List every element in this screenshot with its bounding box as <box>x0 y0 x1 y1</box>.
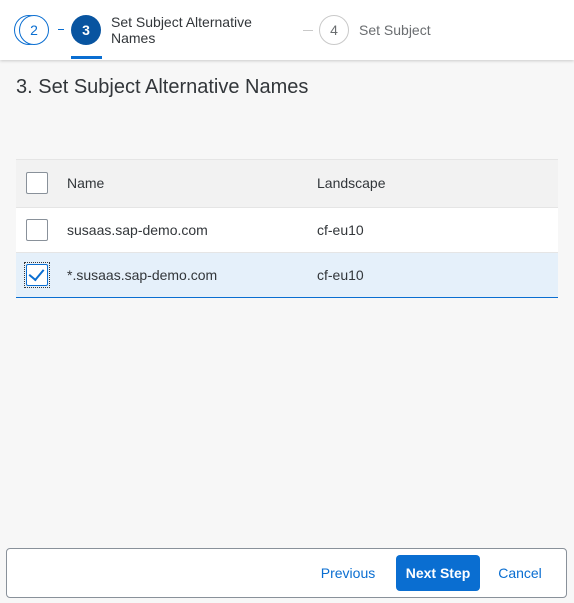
column-header-name: Name <box>67 175 105 191</box>
column-header-landscape: Landscape <box>317 175 386 191</box>
step-separator <box>58 29 64 30</box>
wizard-step-2[interactable]: 2 <box>14 14 52 46</box>
table-header-row: Name Landscape <box>16 160 558 208</box>
cell-name: susaas.sap-demo.com <box>67 222 208 238</box>
active-step-indicator <box>71 56 102 59</box>
table-row[interactable]: *.susaas.sap-demo.com cf-eu10 <box>16 253 558 298</box>
step-3-label: Set Subject Alternative Names <box>111 14 252 46</box>
step-separator <box>303 30 313 31</box>
wizard-progress-bar: 2 3 Set Subject Alternative Names 4 Set … <box>0 0 574 60</box>
cell-landscape: cf-eu10 <box>317 222 364 238</box>
select-all-checkbox[interactable] <box>26 172 48 194</box>
step-4-label: Set Subject <box>359 22 431 38</box>
previous-button[interactable]: Previous <box>315 555 381 591</box>
cell-name: *.susaas.sap-demo.com <box>67 267 218 283</box>
cell-landscape: cf-eu10 <box>317 267 364 283</box>
checkmark-icon <box>28 264 45 282</box>
step-2-number: 2 <box>19 15 49 45</box>
wizard-footer: Previous Next Step Cancel <box>6 548 567 598</box>
page-title: 3. Set Subject Alternative Names <box>16 76 309 98</box>
san-table: Name Landscape susaas.sap-demo.com cf-eu… <box>16 159 558 298</box>
row-checkbox[interactable] <box>26 219 48 241</box>
next-step-button[interactable]: Next Step <box>396 555 480 591</box>
wizard-step-3[interactable]: 3 <box>71 15 101 45</box>
row-checkbox[interactable] <box>24 262 50 288</box>
table-row[interactable]: susaas.sap-demo.com cf-eu10 <box>16 208 558 253</box>
cancel-button[interactable]: Cancel <box>489 555 551 591</box>
wizard-step-4[interactable]: 4 <box>319 15 349 45</box>
